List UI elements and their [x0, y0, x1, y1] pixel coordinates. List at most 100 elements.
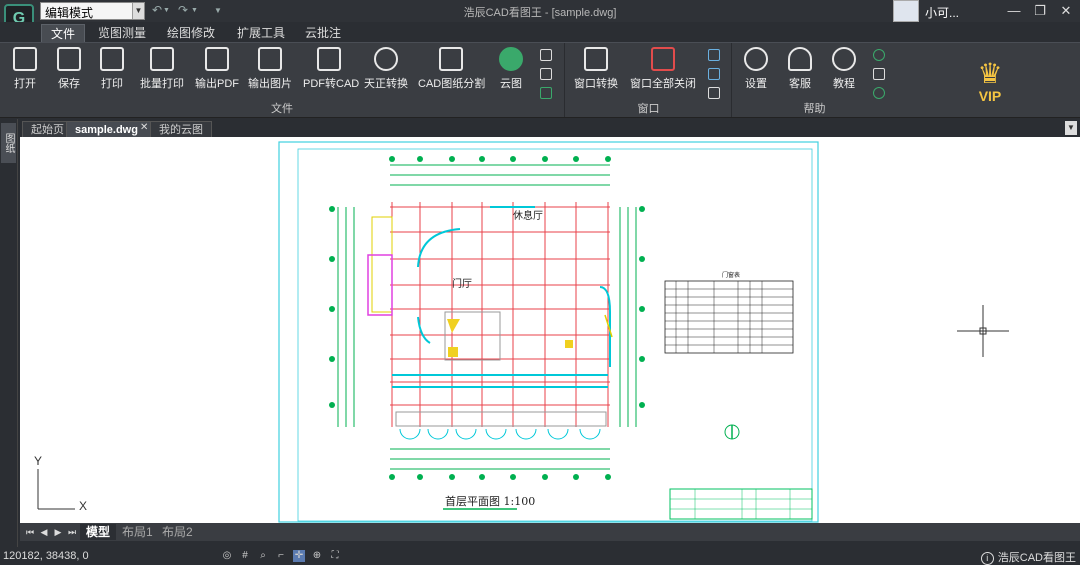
tab-view-measure[interactable]: 览图测量 — [89, 24, 155, 42]
file-icon[interactable] — [540, 49, 552, 61]
tile-horizontal-icon[interactable] — [708, 68, 720, 80]
snap-icon[interactable]: ◎ — [221, 550, 233, 562]
split-drawing-button[interactable]: CAD图纸分割 — [418, 47, 485, 91]
tangent-convert-button[interactable]: 天正转换 — [362, 47, 410, 91]
help-group: 设置 客服 教程 帮助 — [733, 43, 896, 117]
tab-close-icon[interactable]: ✕ — [140, 122, 148, 133]
fullscreen-icon[interactable]: ⛶ — [329, 550, 341, 562]
open-button[interactable]: 打开 — [8, 47, 42, 91]
title-bar: G 编辑模式 ▼ ↶ ▼ ↷ ▼ ▼ 浩辰CAD看图王 - [sample.dw… — [0, 0, 1080, 34]
room-label-hall: 门厅 — [452, 277, 472, 290]
drawing-svg: 休息厅 门厅 首层平面图 1:100 门窗表 Y X — [34, 141, 1009, 523]
schedule-table: 门窗表 — [664, 271, 794, 354]
crown-icon: ♛ — [977, 58, 1003, 89]
top-dimensions — [390, 164, 610, 186]
tab-layout2[interactable]: 布局2 — [156, 524, 199, 540]
yellow-zone — [371, 216, 393, 313]
brand-name: 浩辰CAD看图王 — [997, 552, 1076, 564]
first-layout-icon[interactable]: ⏮ — [24, 526, 36, 538]
save-button[interactable]: 保存 — [52, 47, 86, 91]
app-window: G 编辑模式 ▼ ↶ ▼ ↷ ▼ ▼ 浩辰CAD看图王 - [sample.dw… — [0, 0, 1080, 565]
file-group: 打开 保存 打印 批量打印 输出PDF 输出图片 PDF转CAD 天正转换 CA… — [0, 43, 565, 117]
recent-icon[interactable] — [540, 68, 552, 80]
tab-extend-tools[interactable]: 扩展工具 — [228, 24, 294, 42]
user-name[interactable]: 小可... — [925, 4, 959, 21]
last-layout-icon[interactable]: ⏭ — [66, 526, 78, 538]
osnap-icon[interactable]: ⊕ — [311, 550, 323, 562]
close-icon[interactable]: ✕ — [1053, 2, 1079, 20]
tab-my-cloud[interactable]: 我的云图 — [150, 121, 212, 137]
restore-icon[interactable]: ❐ — [1027, 2, 1053, 20]
door-swings — [399, 428, 601, 440]
batch-printer-icon — [150, 47, 174, 71]
tab-sample-dwg-label: sample.dwg — [75, 124, 138, 136]
export-image-button[interactable]: 输出图片 — [246, 47, 294, 91]
side-dimensions — [337, 207, 637, 427]
north-arrow — [724, 424, 740, 440]
support-button[interactable]: 客服 — [783, 47, 817, 91]
pdf-to-cad-button[interactable]: PDF转CAD — [303, 47, 359, 91]
room-partitions — [395, 311, 607, 427]
ucs-y-label: Y — [34, 454, 42, 468]
tutorial-button[interactable]: 教程 — [827, 47, 861, 91]
settings-button[interactable]: 设置 — [739, 47, 773, 91]
share-icon[interactable] — [540, 87, 552, 99]
printer-icon — [100, 47, 124, 71]
drawing-canvas[interactable]: 休息厅 门厅 首层平面图 1:100 门窗表 Y X — [20, 137, 1080, 523]
layout-tabs: ⏮ ◀ ▶ ⏭ 模型 布局1 布局2 — [20, 523, 1080, 541]
zoom-icon[interactable]: ⌕ — [257, 550, 269, 562]
help-icon — [832, 47, 856, 71]
export-pdf-button[interactable]: 输出PDF — [194, 47, 240, 91]
stair-marker — [447, 319, 460, 333]
grid-icon[interactable]: # — [239, 550, 251, 562]
window-group-label: 窗口 — [637, 103, 660, 115]
prev-layout-icon[interactable]: ◀ — [38, 526, 50, 538]
polar-icon[interactable]: ✛ — [293, 550, 305, 562]
document-tabs: 起始页 sample.dwg ✕ 我的云图 ▼ — [18, 119, 1080, 137]
tile-vertical-icon[interactable] — [708, 49, 720, 61]
avatar[interactable] — [893, 0, 919, 22]
file-group-label: 文件 — [271, 103, 293, 115]
bottom-dimensions — [390, 448, 610, 470]
tabs-dropdown-icon[interactable]: ▼ — [1065, 121, 1077, 135]
vip-badge[interactable]: ♛ VIP — [960, 58, 1020, 105]
tab-file[interactable]: 文件 — [41, 24, 86, 42]
headset-icon — [788, 47, 812, 71]
info-icon[interactable] — [873, 87, 885, 99]
menu-bar: 文件 览图测量 绘图修改 扩展工具 云批注 — ❐ ✕ — [0, 22, 1080, 59]
window-switch-button[interactable]: 窗口转换 — [571, 47, 621, 91]
close-all-windows-button[interactable]: 窗口全部关闭 — [628, 47, 698, 91]
image-icon — [258, 47, 282, 71]
print-button[interactable]: 打印 — [95, 47, 129, 91]
batch-print-button[interactable]: 批量打印 — [138, 47, 186, 91]
cascade-icon[interactable] — [708, 87, 720, 99]
tab-cloud-annotation[interactable]: 云批注 — [296, 24, 350, 42]
tab-model[interactable]: 模型 — [80, 524, 117, 540]
next-layout-icon[interactable]: ▶ — [52, 526, 64, 538]
column-marker — [565, 340, 573, 348]
tab-layout1[interactable]: 布局1 — [116, 524, 159, 540]
cloud-icon — [499, 47, 523, 71]
minimize-icon[interactable]: — — [1001, 2, 1027, 20]
info-icon[interactable]: i — [980, 552, 994, 565]
help-group-label: 帮助 — [803, 103, 826, 115]
schedule-title: 门窗表 — [722, 271, 740, 279]
side-panel: 图纸 — [0, 119, 18, 549]
frame-outer — [278, 141, 819, 523]
status-bar: 120182, 38438, 0 ◎ # ⌕ ⌐ ✛ ⊕ ⛶ i 浩辰CAD看图王 — [0, 547, 1080, 565]
side-tab-drawings[interactable]: 图纸 — [1, 123, 16, 163]
tab-draw-modify[interactable]: 绘图修改 — [158, 24, 224, 42]
ucs-x-label: X — [79, 499, 87, 513]
room-label-lounge: 休息厅 — [513, 209, 543, 222]
stair-block — [448, 347, 458, 357]
update-icon[interactable] — [873, 49, 885, 61]
split-icon — [439, 47, 463, 71]
ortho-icon[interactable]: ⌐ — [275, 550, 287, 562]
pdf-cad-icon — [317, 47, 341, 71]
apps-icon[interactable] — [873, 68, 885, 80]
title-block — [669, 488, 813, 520]
window-switch-icon — [584, 47, 608, 71]
cloud-drawing-button[interactable]: 云图 — [494, 47, 528, 91]
coordinate-readout: 120182, 38438, 0 — [3, 550, 89, 562]
vip-label: VIP — [978, 88, 1002, 104]
